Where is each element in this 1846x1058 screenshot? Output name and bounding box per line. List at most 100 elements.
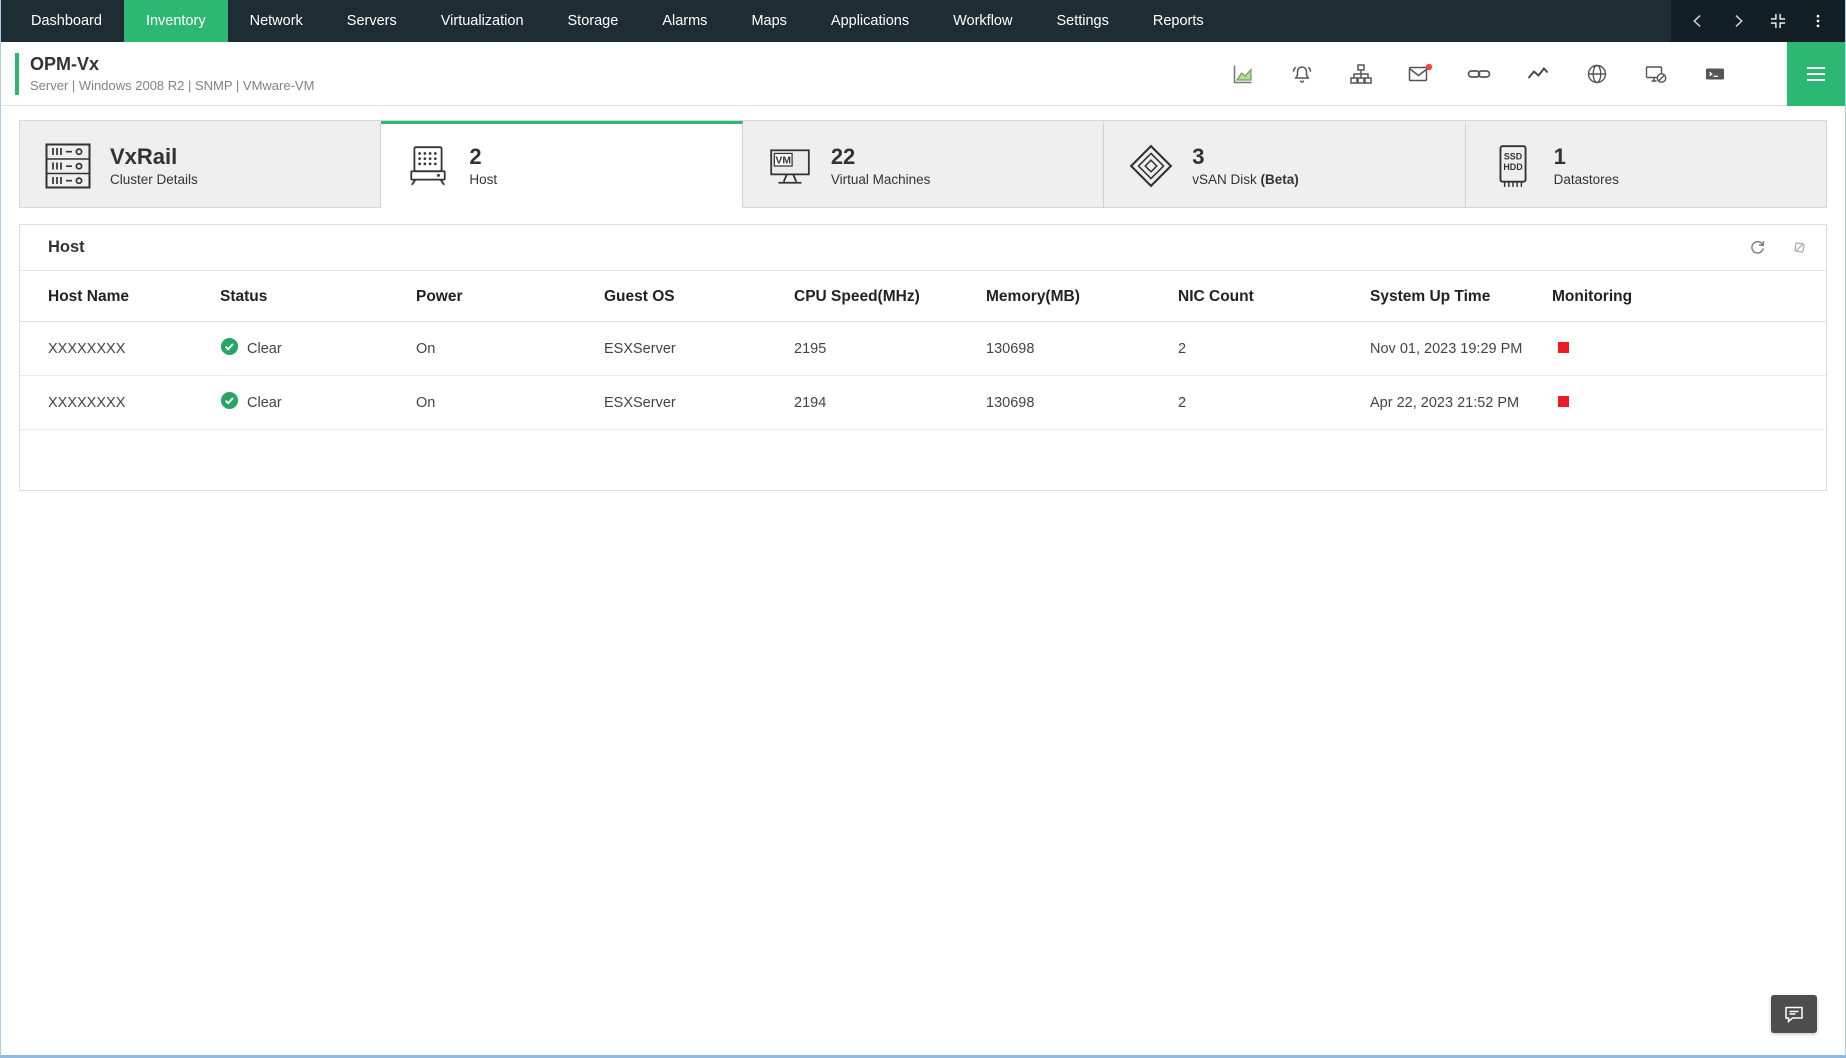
col-guest-os: Guest OS: [594, 271, 784, 322]
col-power: Power: [406, 271, 594, 322]
topology-icon[interactable]: [1348, 61, 1374, 87]
vsan-icon: [1128, 143, 1174, 189]
col-nic-count: NIC Count: [1168, 271, 1360, 322]
nav-item-applications[interactable]: Applications: [809, 0, 931, 42]
header-toolbar: [1230, 42, 1845, 106]
nav-item-storage[interactable]: Storage: [546, 0, 641, 42]
nav-item-servers[interactable]: Servers: [325, 0, 419, 42]
cell-guest-os: ESXServer: [594, 376, 784, 430]
cell-monitoring: [1542, 376, 1826, 430]
cell-memory: 130698: [976, 376, 1168, 430]
nav-item-workflow[interactable]: Workflow: [931, 0, 1034, 42]
summary-cards: VxRail Cluster Details 2 Host VM 22 Virt…: [19, 120, 1827, 208]
feedback-chat-button[interactable]: [1771, 995, 1817, 1033]
host-icon: [405, 143, 451, 189]
clear-status-icon: [220, 391, 239, 414]
table-filler-row: [20, 430, 1826, 490]
cell-power: On: [406, 376, 594, 430]
panel-title: Host: [48, 238, 85, 257]
cell-status: Clear: [210, 322, 406, 376]
nav-controls: [1671, 0, 1845, 42]
vm-icon: VM: [767, 143, 813, 189]
trend-icon[interactable]: [1525, 61, 1551, 87]
title-block: OPM-Vx Server | Windows 2008 R2 | SNMP |…: [30, 54, 314, 93]
cell-guest-os: ESXServer: [594, 322, 784, 376]
col-status: Status: [210, 271, 406, 322]
cell-memory: 130698: [976, 322, 1168, 376]
alarm-icon[interactable]: [1289, 61, 1315, 87]
card-value: 1: [1554, 144, 1619, 169]
auto-refresh-icon[interactable]: [1793, 241, 1806, 254]
card-subtitle: Host: [469, 172, 497, 187]
nav-item-settings[interactable]: Settings: [1034, 0, 1130, 42]
card-vsan-disk[interactable]: 3 vSAN Disk (Beta): [1104, 121, 1465, 207]
cluster-icon: [44, 142, 92, 190]
console-icon[interactable]: [1702, 61, 1728, 87]
cell-status: Clear: [210, 376, 406, 430]
top-nav: Dashboard Inventory Network Servers Virt…: [1, 0, 1845, 42]
table-row[interactable]: XXXXXXXX Clear On ESXServer 2195 130698 …: [20, 322, 1826, 376]
card-datastores[interactable]: SSDHDD 1 Datastores: [1466, 121, 1826, 207]
menu-icon[interactable]: [1787, 42, 1845, 106]
accent-bar: [15, 53, 19, 95]
cell-host-name: XXXXXXXX: [20, 376, 210, 430]
mail-icon[interactable]: [1407, 61, 1433, 87]
svg-text:SSD: SSD: [1504, 151, 1523, 161]
col-system-up-time: System Up Time: [1360, 271, 1542, 322]
card-subtitle: Cluster Details: [110, 172, 198, 187]
col-cpu-speed: CPU Speed(MHz): [784, 271, 976, 322]
cell-uptime: Apr 22, 2023 21:52 PM: [1360, 376, 1542, 430]
monitoring-red-indicator: [1558, 396, 1569, 407]
cell-power: On: [406, 322, 594, 376]
globe-icon[interactable]: [1584, 61, 1610, 87]
card-virtual-machines[interactable]: VM 22 Virtual Machines: [743, 121, 1104, 207]
col-monitoring: Monitoring: [1542, 271, 1826, 322]
cell-nic-count: 2: [1168, 322, 1360, 376]
clear-status-icon: [220, 337, 239, 360]
col-memory: Memory(MB): [976, 271, 1168, 322]
cell-uptime: Nov 01, 2023 19:29 PM: [1360, 322, 1542, 376]
card-value: 2: [469, 144, 497, 169]
svg-text:VM: VM: [775, 155, 791, 166]
refresh-icon[interactable]: [1748, 238, 1767, 257]
col-host-name: Host Name: [20, 271, 210, 322]
card-title: VxRail: [110, 144, 198, 169]
device-header: OPM-Vx Server | Windows 2008 R2 | SNMP |…: [1, 42, 1845, 106]
performance-chart-icon[interactable]: [1230, 61, 1256, 87]
app-window: Dashboard Inventory Network Servers Virt…: [0, 0, 1846, 1058]
nav-item-dashboard[interactable]: Dashboard: [9, 0, 124, 42]
nav-item-network[interactable]: Network: [228, 0, 325, 42]
datastore-icon: SSDHDD: [1490, 143, 1536, 189]
panel-header: Host: [20, 225, 1826, 271]
cell-cpu-speed: 2194: [784, 376, 976, 430]
nav-item-alarms[interactable]: Alarms: [640, 0, 729, 42]
svg-text:HDD: HDD: [1503, 162, 1523, 172]
table-row[interactable]: XXXXXXXX Clear On ESXServer 2194 130698 …: [20, 376, 1826, 430]
card-value: 22: [831, 144, 931, 169]
kebab-icon[interactable]: [1805, 8, 1831, 34]
card-subtitle: Datastores: [1554, 172, 1619, 187]
monitoring-red-indicator: [1558, 342, 1569, 353]
card-value: 3: [1192, 144, 1299, 169]
cell-monitoring: [1542, 322, 1826, 376]
table-header-row: Host Name Status Power Guest OS CPU Spee…: [20, 271, 1826, 322]
cell-cpu-speed: 2195: [784, 322, 976, 376]
card-subtitle: vSAN Disk (Beta): [1192, 172, 1299, 187]
chevron-left-icon[interactable]: [1685, 8, 1711, 34]
chevron-right-icon[interactable]: [1725, 8, 1751, 34]
compress-icon[interactable]: [1765, 8, 1791, 34]
nav-item-inventory[interactable]: Inventory: [124, 0, 228, 42]
device-status-icon[interactable]: [1643, 61, 1669, 87]
nav-items: Dashboard Inventory Network Servers Virt…: [1, 0, 1671, 42]
nav-item-reports[interactable]: Reports: [1131, 0, 1226, 42]
page-subtitle: Server | Windows 2008 R2 | SNMP | VMware…: [30, 78, 314, 93]
page-title: OPM-Vx: [30, 54, 314, 75]
link-icon[interactable]: [1466, 61, 1492, 87]
host-table: Host Name Status Power Guest OS CPU Spee…: [20, 271, 1826, 490]
card-cluster-details[interactable]: VxRail Cluster Details: [20, 121, 381, 207]
nav-item-maps[interactable]: Maps: [729, 0, 808, 42]
host-panel: Host Host Name Status Power G: [19, 224, 1827, 491]
nav-item-virtualization[interactable]: Virtualization: [419, 0, 546, 42]
cell-host-name: XXXXXXXX: [20, 322, 210, 376]
card-host[interactable]: 2 Host: [381, 121, 742, 207]
